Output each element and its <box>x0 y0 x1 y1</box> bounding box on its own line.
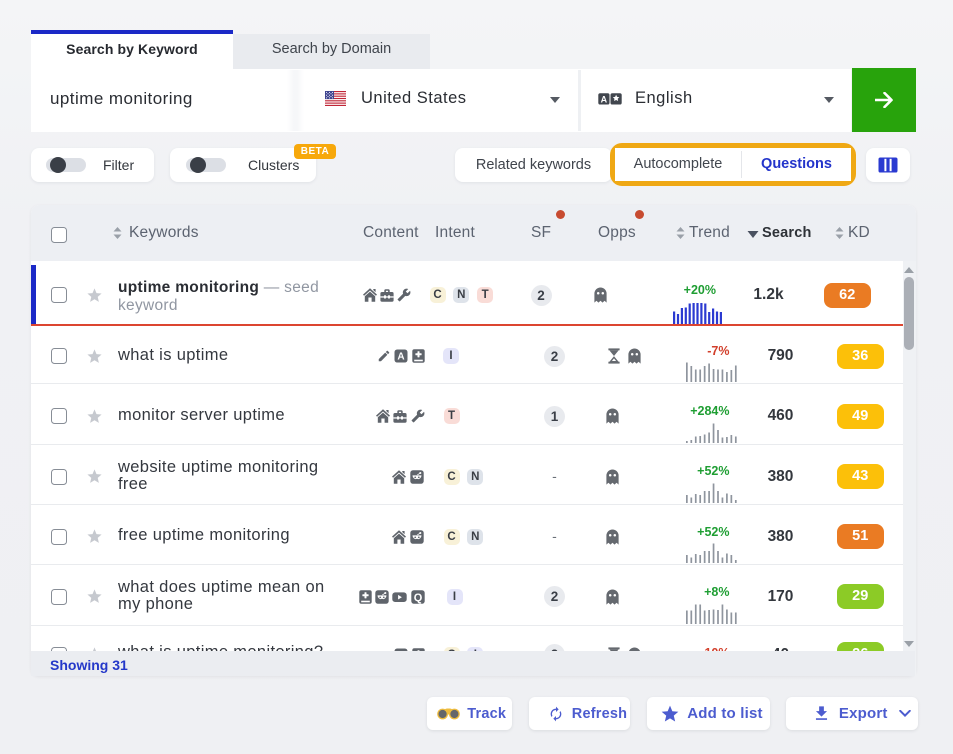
svg-text:Q: Q <box>413 592 422 604</box>
svg-text:A: A <box>398 352 405 363</box>
svg-text:A: A <box>601 94 608 104</box>
